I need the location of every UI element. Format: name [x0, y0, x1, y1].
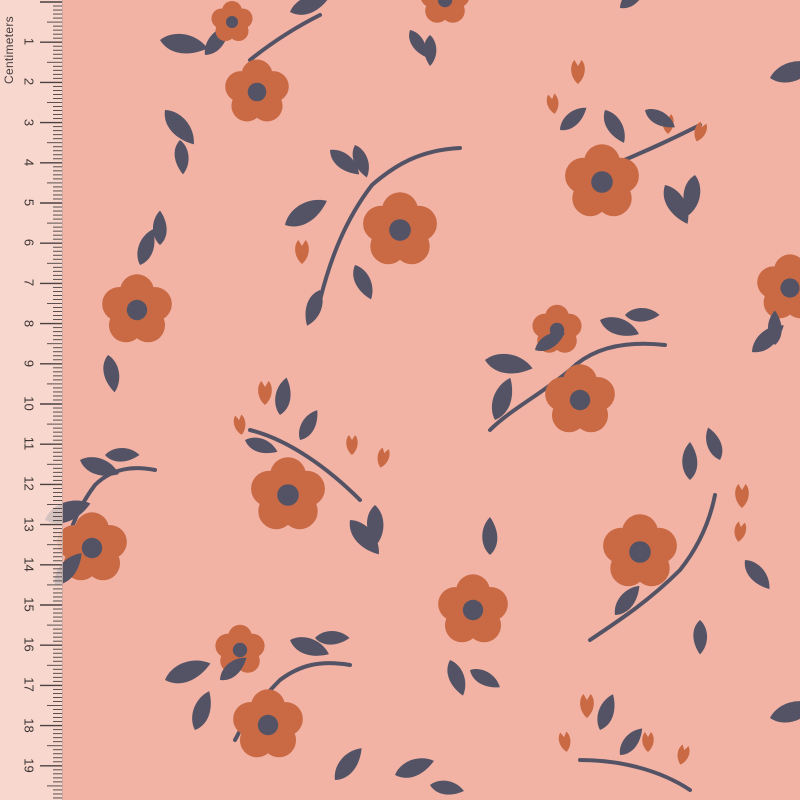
flower-center	[780, 278, 800, 298]
flower-center	[232, 642, 248, 658]
ruler-number: 17	[21, 677, 37, 693]
ruler-number: 12	[21, 476, 37, 492]
flower-center	[629, 541, 651, 563]
flower-center	[126, 299, 148, 321]
ruler-number: 13	[21, 516, 37, 532]
ruler-number: 18	[21, 717, 37, 733]
ruler-number: 10	[21, 396, 37, 411]
flower-center	[591, 171, 613, 193]
flower-center	[462, 599, 484, 621]
floral-pattern	[0, 0, 800, 800]
ruler-number: 2	[22, 795, 37, 800]
flower-center	[257, 714, 279, 736]
ruler-number: 15	[21, 597, 37, 612]
ruler-number: 14	[21, 557, 37, 572]
flower-center	[81, 537, 103, 559]
flower-center	[389, 219, 411, 241]
ruler-number: 11	[21, 436, 37, 451]
ruler-number: 16	[21, 637, 37, 652]
ruler-number: 5	[21, 198, 37, 207]
ruler-number: 19	[21, 758, 37, 773]
flower-center	[277, 484, 299, 506]
ruler-number: 6	[21, 239, 37, 247]
ruler-number: 2	[21, 78, 37, 86]
measuring-ruler: Centimeters 1 2 3 4 5 6 7 8 9 10 11 12 13 14 15 16 17 18 1…	[0, 0, 63, 800]
ruler-number: 1	[21, 38, 37, 46]
flower-center	[247, 82, 267, 102]
ruler-number: 3	[21, 118, 37, 126]
ruler-number: 9	[21, 359, 37, 367]
ruler-number: 8	[21, 319, 37, 327]
flower-center	[226, 16, 238, 28]
ruler-number: 7	[21, 279, 37, 287]
ruler-unit-label: Centimeters	[2, 16, 16, 84]
flower-center	[569, 389, 591, 411]
fabric-swatch: Centimeters 1 2 3 4 5 6 7 8 9 10 11 12 13 14 15 16 17 18 1…	[0, 0, 800, 800]
ruler-number: 4	[21, 158, 37, 166]
